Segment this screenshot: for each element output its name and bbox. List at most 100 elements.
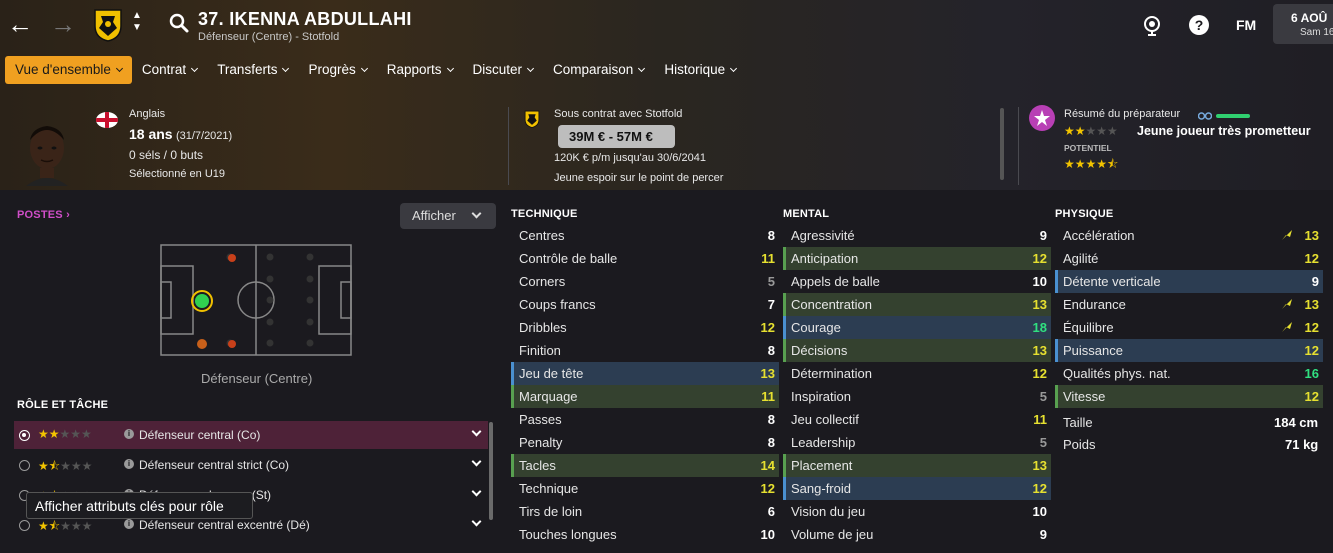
attribute-row[interactable]: Équilibre 12 <box>1055 316 1323 339</box>
role-radio[interactable] <box>19 520 30 531</box>
player-switch-icon[interactable]: ▲ ▼ <box>132 10 142 34</box>
attribute-value: 6 <box>767 504 775 519</box>
role-radio[interactable] <box>19 460 30 471</box>
role-row[interactable]: ★★★★★ i Défenseur central (Co) <box>14 421 488 449</box>
help-icon[interactable]: ? <box>1188 14 1210 36</box>
menu-item[interactable]: Transferts <box>207 56 298 84</box>
attribute-row[interactable]: Détente verticale 9 <box>1055 270 1323 293</box>
roles-scrollbar[interactable] <box>489 422 493 520</box>
chevron-down-icon <box>191 64 199 73</box>
attribute-name: Tirs de loin <box>519 504 583 519</box>
attribute-name: Vitesse <box>1063 389 1106 404</box>
attribute-row[interactable]: Touches longues 10 <box>511 523 779 546</box>
attribute-name: Vision du jeu <box>791 504 866 519</box>
search-icon[interactable] <box>168 12 190 34</box>
attribute-row[interactable]: Marquage 11 <box>511 385 779 408</box>
attribute-row[interactable]: Courage 18 <box>783 316 1051 339</box>
attribute-row[interactable]: Coups francs 7 <box>511 293 779 316</box>
attribute-value: 9 <box>1039 228 1047 243</box>
attribute-row[interactable]: Endurance 13 <box>1055 293 1323 316</box>
attribute-value: 10 <box>1032 274 1047 289</box>
forward-arrow-icon[interactable]: → <box>48 10 78 38</box>
player-name: 37. IKENNA ABDULLAHI <box>198 9 412 29</box>
attribute-name: Détente verticale <box>1063 274 1161 289</box>
attribute-row[interactable]: Agressivité 9 <box>783 224 1051 247</box>
chevron-down-icon[interactable] <box>471 426 482 437</box>
world-ball-icon[interactable] <box>1141 14 1163 36</box>
info-icon[interactable]: i <box>124 519 134 529</box>
star-badge-icon <box>1029 105 1055 131</box>
attribute-row[interactable]: Vision du jeu 10 <box>783 500 1051 523</box>
transfer-value-badge[interactable]: 39M € - 57M € <box>558 125 675 148</box>
trend-up-arrow-icon <box>1282 230 1292 240</box>
attribute-row[interactable]: Passes 8 <box>511 408 779 431</box>
attribute-value: 13 <box>1032 343 1047 358</box>
attribute-name: Centres <box>519 228 565 243</box>
chevron-down-icon[interactable] <box>471 486 482 497</box>
attribute-value: 13 <box>760 366 775 381</box>
positions-label[interactable]: POSTES › <box>17 209 70 221</box>
attribute-row[interactable]: Volume de jeu 9 <box>783 523 1051 546</box>
role-row[interactable]: ★⯪★★★ i Défenseur central strict (Co) <box>14 451 488 479</box>
menu-item[interactable]: Discuter <box>463 56 544 84</box>
role-radio[interactable] <box>19 430 30 441</box>
menu-item[interactable]: Historique <box>654 56 746 84</box>
attribute-row[interactable]: Dribbles 12 <box>511 316 779 339</box>
attribute-name: Touches longues <box>519 527 617 542</box>
menu-item-label: Transferts <box>217 62 278 77</box>
attribute-row[interactable]: Tacles 14 <box>511 454 779 477</box>
fm-menu-button[interactable]: FM <box>1236 17 1256 33</box>
position-name: Défenseur (Centre) <box>201 371 313 386</box>
menu-item[interactable]: Rapports <box>377 56 463 84</box>
role-name: Défenseur central strict (Co) <box>139 458 290 472</box>
show-dropdown[interactable]: Afficher <box>400 203 496 229</box>
attribute-row[interactable]: Anticipation 12 <box>783 247 1051 270</box>
attribute-row[interactable]: Placement 13 <box>783 454 1051 477</box>
attribute-name: Qualités phys. nat. <box>1063 366 1171 381</box>
attribute-row[interactable]: Décisions 13 <box>783 339 1051 362</box>
attribute-row[interactable]: Corners 5 <box>511 270 779 293</box>
date-continue-box[interactable]: 6 AOÛ Sam 16 <box>1273 4 1333 44</box>
technique-attributes: Centres 8 Contrôle de balle 11 Corners 5 Coups… <box>511 224 779 546</box>
attribute-name: Technique <box>519 481 579 496</box>
club-crest-icon[interactable] <box>93 8 123 42</box>
trend-up-arrow-icon <box>1282 322 1292 332</box>
chevron-down-icon[interactable] <box>471 516 482 527</box>
menu-item[interactable]: Progrès <box>298 56 376 84</box>
attribute-row[interactable]: Concentration 13 <box>783 293 1051 316</box>
attribute-row[interactable]: Accélération 13 <box>1055 224 1323 247</box>
role-stars: ★⯪★★★ <box>38 519 93 533</box>
technique-label: TECHNIQUE <box>511 208 578 220</box>
attribute-row[interactable]: Appels de balle 10 <box>783 270 1051 293</box>
attribute-row[interactable]: Contrôle de balle 11 <box>511 247 779 270</box>
menu-item[interactable]: Contrat <box>132 56 207 84</box>
attribute-row[interactable]: Vitesse 12 <box>1055 385 1323 408</box>
attribute-value: 12 <box>760 320 775 335</box>
attribute-row[interactable]: Penalty 8 <box>511 431 779 454</box>
attribute-row[interactable]: Agilité 12 <box>1055 247 1323 270</box>
age-line: 18 ans (31/7/2021) <box>129 126 232 142</box>
attribute-row[interactable]: Qualités phys. nat. 16 <box>1055 362 1323 385</box>
attribute-row[interactable]: Centres 8 <box>511 224 779 247</box>
attribute-row[interactable]: Technique 12 <box>511 477 779 500</box>
attribute-name: Corners <box>519 274 566 289</box>
menu-item[interactable]: Comparaison <box>543 56 654 84</box>
positions-label-text: POSTES <box>17 209 63 221</box>
back-arrow-icon[interactable]: ← <box>5 10 35 38</box>
attribute-row[interactable]: Tirs de loin 6 <box>511 500 779 523</box>
info-scrollbar[interactable] <box>1000 108 1004 180</box>
attribute-row[interactable]: Puissance 12 <box>1055 339 1323 362</box>
attribute-row[interactable]: Inspiration 5 <box>783 385 1051 408</box>
attribute-row[interactable]: Détermination 12 <box>783 362 1051 385</box>
attribute-row[interactable]: Leadership 5 <box>783 431 1051 454</box>
chevron-down-icon[interactable] <box>471 456 482 467</box>
attribute-row[interactable]: Sang-froid 12 <box>783 477 1051 500</box>
info-icon[interactable]: i <box>124 459 134 469</box>
attribute-row[interactable]: Jeu collectif 11 <box>783 408 1051 431</box>
attribute-row[interactable]: Finition 8 <box>511 339 779 362</box>
info-icon[interactable]: i <box>124 429 134 439</box>
player-face-avatar <box>26 126 68 186</box>
attribute-row[interactable]: Jeu de tête 13 <box>511 362 779 385</box>
selection-status: Sélectionné en U19 <box>129 168 226 180</box>
menu-item[interactable]: Vue d'ensemble <box>5 56 132 84</box>
